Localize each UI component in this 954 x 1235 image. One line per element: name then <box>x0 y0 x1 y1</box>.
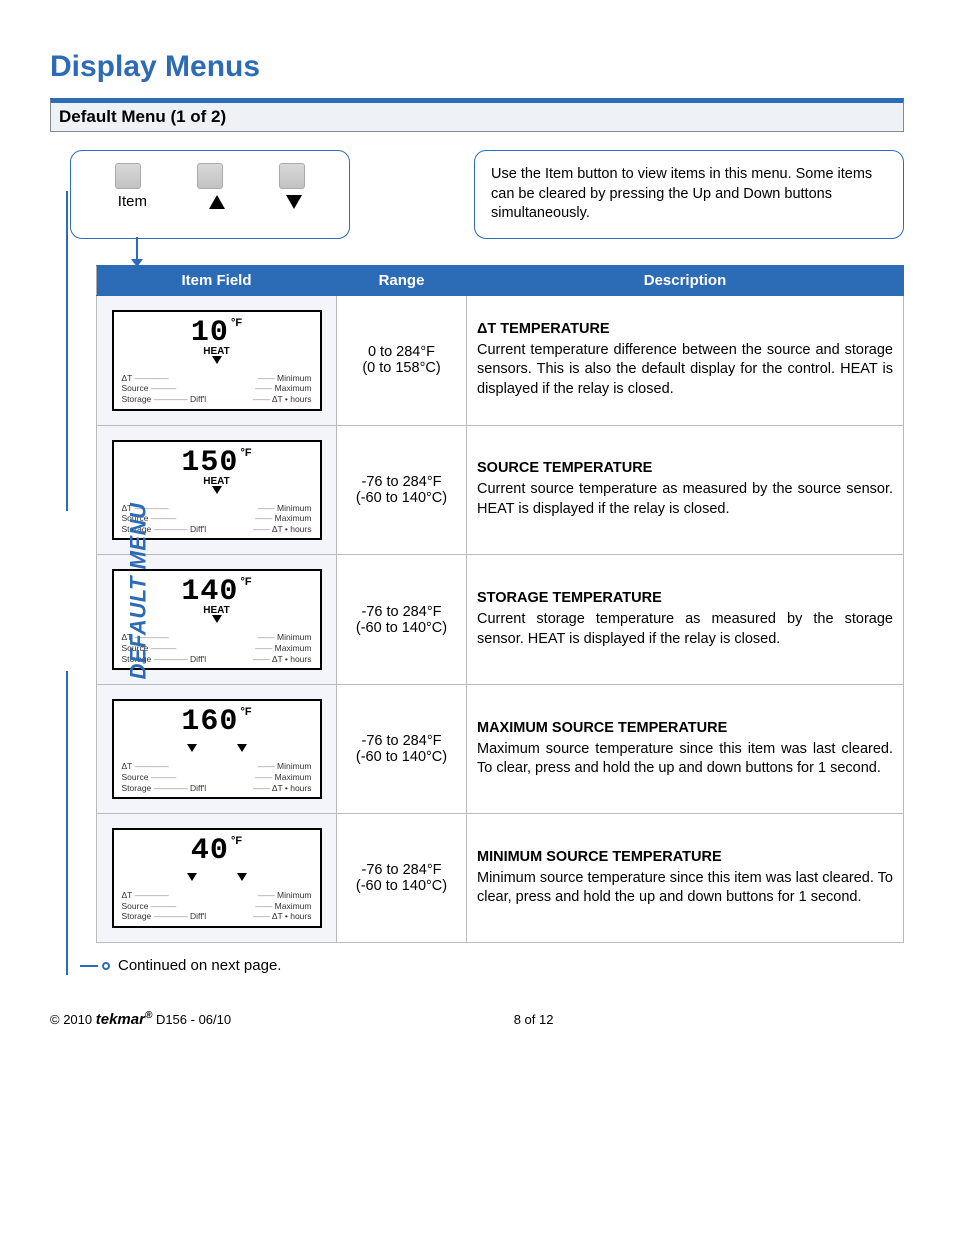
down-arrow-icon <box>286 195 302 209</box>
lcd-down-icon <box>212 615 222 623</box>
cell-item: 40°F ΔT ———— Source ——— Storage ———— Dif… <box>97 814 337 943</box>
lcd-down-icon <box>237 873 247 881</box>
range-c: (0 to 158°C) <box>347 360 456 376</box>
lcd-value: 160 <box>181 707 238 737</box>
lcd-unit: °F <box>231 835 242 847</box>
footer: © 2010 tekmar® D156 - 06/10 8 of 12 spac… <box>50 1010 904 1028</box>
desc-title: MINIMUM SOURCE TEMPERATURE <box>477 849 893 865</box>
cell-item: 10°F HEAT ΔT ———— Source ——— Storage ———… <box>97 295 337 425</box>
lcd-down-icon <box>187 744 197 752</box>
table-row: 140°F HEAT ΔT ———— Source ——— Storage ——… <box>97 555 904 685</box>
side-label-wrap: DEFAULT MENU <box>50 239 84 943</box>
menu-table: Item Field Range Description 10°F HEAT Δ… <box>96 265 904 943</box>
lcd-down-icon <box>237 744 247 752</box>
cell-desc: MINIMUM SOURCE TEMPERATURE Minimum sourc… <box>467 814 904 943</box>
range-c: (-60 to 140°C) <box>347 878 456 894</box>
table-row: 10°F HEAT ΔT ———— Source ——— Storage ———… <box>97 295 904 425</box>
section-title: Default Menu (1 of 2) <box>50 98 904 132</box>
desc-body: Current temperature difference between t… <box>477 341 893 400</box>
range-f: -76 to 284°F <box>347 733 456 749</box>
cell-desc: STORAGE TEMPERATURE Current storage temp… <box>467 555 904 685</box>
desc-title: ΔT TEMPERATURE <box>477 321 893 337</box>
desc-title: MAXIMUM SOURCE TEMPERATURE <box>477 720 893 736</box>
lcd-value: 140 <box>181 577 238 607</box>
lcd-display: 10°F HEAT ΔT ———— Source ——— Storage ———… <box>112 310 322 411</box>
cell-desc: MAXIMUM SOURCE TEMPERATURE Maximum sourc… <box>467 685 904 814</box>
lcd-value: 150 <box>181 448 238 478</box>
desc-title: STORAGE TEMPERATURE <box>477 590 893 606</box>
th-range: Range <box>337 265 467 295</box>
desc-title: SOURCE TEMPERATURE <box>477 460 893 476</box>
desc-body: Minimum source temperature since this it… <box>477 869 893 908</box>
up-arrow-icon <box>209 195 225 209</box>
side-label: DEFAULT MENU <box>125 503 151 680</box>
lcd-value: 10 <box>191 318 229 348</box>
range-f: 0 to 284°F <box>347 344 456 360</box>
range-c: (-60 to 140°C) <box>347 490 456 506</box>
desc-body: Current storage temperature as measured … <box>477 610 893 649</box>
cell-range: 0 to 284°F (0 to 158°C) <box>337 295 467 425</box>
doc-id: D156 - 06/10 <box>152 1012 231 1027</box>
item-button-label: Item <box>118 193 147 210</box>
cell-desc: SOURCE TEMPERATURE Current source temper… <box>467 425 904 555</box>
item-button[interactable] <box>115 163 141 189</box>
th-item: Item Field <box>97 265 337 295</box>
cell-item: 160°F ΔT ———— Source ——— Storage ———— Di… <box>97 685 337 814</box>
range-f: -76 to 284°F <box>347 474 456 490</box>
cell-range: -76 to 284°F (-60 to 140°C) <box>337 425 467 555</box>
lcd-display: 40°F ΔT ———— Source ——— Storage ———— Dif… <box>112 828 322 928</box>
lcd-unit: °F <box>231 317 242 329</box>
cell-range: -76 to 284°F (-60 to 140°C) <box>337 555 467 685</box>
down-button[interactable] <box>279 163 305 189</box>
lcd-unit: °F <box>240 447 251 459</box>
range-f: -76 to 284°F <box>347 604 456 620</box>
desc-body: Current source temperature as measured b… <box>477 480 893 519</box>
lcd-down-icon <box>212 486 222 494</box>
table-row: 150°F HEAT ΔT ———— Source ——— Storage ——… <box>97 425 904 555</box>
info-box: Use the Item button to view items in thi… <box>474 150 904 239</box>
continued-note: Continued on next page. <box>80 957 904 974</box>
up-button[interactable] <box>197 163 223 189</box>
lcd-down-icon <box>212 356 222 364</box>
connector-arrow <box>96 239 904 265</box>
lcd-unit: °F <box>240 576 251 588</box>
table-row: 40°F ΔT ———— Source ——— Storage ———— Dif… <box>97 814 904 943</box>
lcd-down-icon <box>187 873 197 881</box>
range-c: (-60 to 140°C) <box>347 620 456 636</box>
desc-body: Maximum source temperature since this it… <box>477 740 893 779</box>
continued-text: Continued on next page. <box>118 957 281 974</box>
button-panel: Item <box>70 150 350 239</box>
lcd-display: 160°F ΔT ———— Source ——— Storage ———— Di… <box>112 699 322 799</box>
lcd-value: 40 <box>191 836 229 866</box>
page-title: Display Menus <box>50 50 904 84</box>
cell-range: -76 to 284°F (-60 to 140°C) <box>337 814 467 943</box>
range-f: -76 to 284°F <box>347 862 456 878</box>
cell-range: -76 to 284°F (-60 to 140°C) <box>337 685 467 814</box>
th-desc: Description <box>467 265 904 295</box>
table-row: 160°F ΔT ———— Source ——— Storage ———— Di… <box>97 685 904 814</box>
page-number: 8 of 12 <box>514 1012 554 1027</box>
lcd-unit: °F <box>240 706 251 718</box>
copyright: © 2010 <box>50 1012 92 1027</box>
range-c: (-60 to 140°C) <box>347 749 456 765</box>
cell-desc: ΔT TEMPERATURE Current temperature diffe… <box>467 295 904 425</box>
brand: tekmar® <box>96 1011 153 1028</box>
